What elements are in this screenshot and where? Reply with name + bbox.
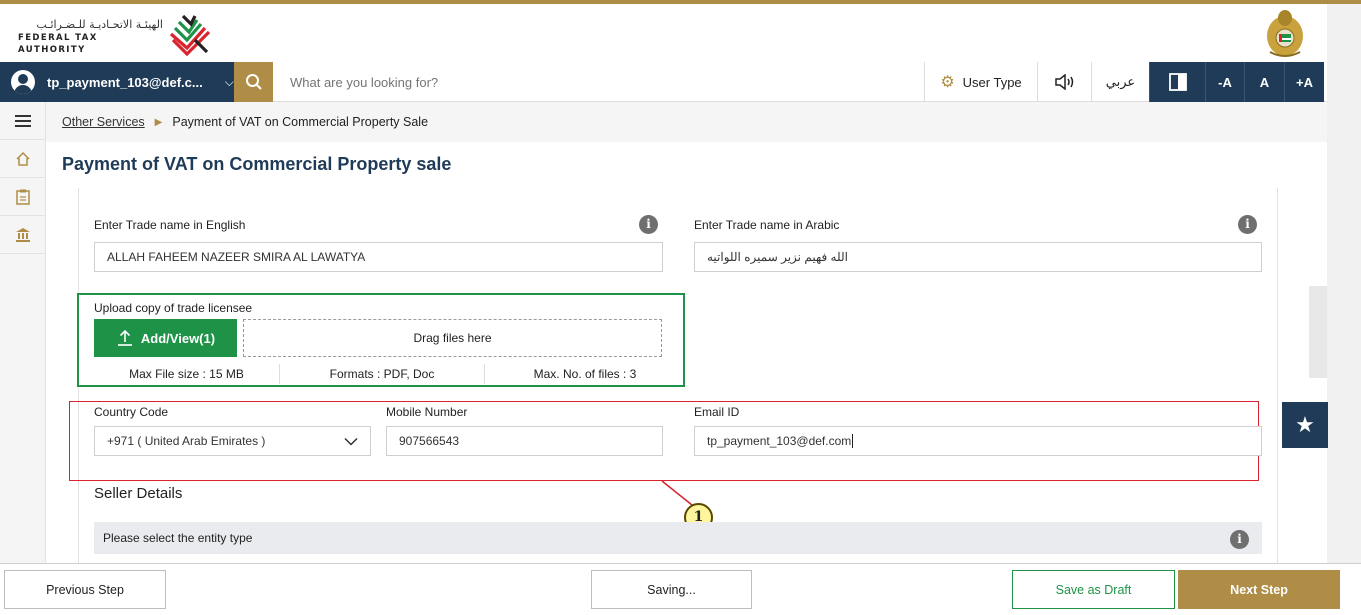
inner-scrollbar-thumb[interactable]	[1309, 286, 1327, 378]
home-icon	[16, 151, 30, 166]
breadcrumb-link-other-services[interactable]: Other Services	[62, 115, 145, 129]
upload-label: Upload copy of trade licensee	[94, 301, 253, 315]
font-increase-button[interactable]: +A	[1284, 62, 1324, 102]
footer-action-bar: Previous Step Saving... Save as Draft Ne…	[0, 563, 1361, 615]
site-header: الهيئـة الاتحـاديـة للـضـرائـب FEDERAL T…	[0, 4, 1361, 62]
sidebar-item-bank[interactable]	[0, 216, 46, 254]
logo-arabic: الهيئـة الاتحـاديـة للـضـرائـب	[36, 18, 163, 31]
trade-name-ar-label: Enter Trade name in Arabic	[694, 218, 840, 232]
upload-icon	[117, 329, 132, 346]
country-code-label: Country Code	[94, 405, 169, 419]
fta-logo-text[interactable]: الهيئـة الاتحـاديـة للـضـرائـب FEDERAL T…	[18, 18, 163, 56]
gear-icon: ⚙	[940, 74, 955, 91]
trade-name-en-field[interactable]: ALLAH FAHEEM NAZEER SMIRA AL LAWATYA	[94, 242, 663, 272]
text-to-speech-button[interactable]	[1037, 62, 1091, 102]
user-email: tp_payment_103@def.c...	[47, 74, 203, 90]
email-label: Email ID	[694, 405, 740, 419]
email-field[interactable]: tp_payment_103@def.com	[694, 426, 1262, 456]
page-title: Payment of VAT on Commercial Property sa…	[62, 154, 452, 174]
save-as-draft-button[interactable]: Save as Draft	[1012, 570, 1175, 609]
entity-type-prompt: Please select the entity type	[103, 531, 253, 545]
uae-emblem-icon	[1267, 10, 1303, 57]
sidebar-item-home[interactable]	[0, 140, 46, 178]
hamburger-menu-icon	[15, 114, 31, 127]
sidebar-item-tasks[interactable]	[0, 178, 46, 216]
fta-logo-mark-icon[interactable]	[165, 10, 215, 58]
country-code-select[interactable]: +971 ( United Arab Emirates )	[94, 426, 371, 456]
email-value: tp_payment_103@def.com	[707, 434, 852, 448]
country-code-value: +971 ( United Arab Emirates )	[107, 434, 266, 448]
mobile-number-label: Mobile Number	[386, 405, 468, 419]
contrast-toggle[interactable]	[1149, 62, 1205, 102]
star-icon: ★	[1295, 412, 1315, 438]
trade-name-en-label: Enter Trade name in English	[94, 218, 246, 232]
previous-step-button[interactable]: Previous Step	[4, 570, 166, 609]
page-scrollbar[interactable]	[1327, 4, 1361, 615]
left-sidebar	[0, 102, 46, 564]
top-navbar: tp_payment_103@def.c... ⌵ ⚙ User Type عر…	[0, 62, 1327, 102]
max-file-count: Max. No. of files : 3	[533, 367, 637, 381]
add-view-button[interactable]: Add/View(1)	[94, 319, 237, 357]
search-button[interactable]	[234, 62, 273, 102]
font-normal-button[interactable]: A	[1244, 62, 1284, 102]
add-view-label: Add/View(1)	[140, 330, 216, 346]
contrast-icon	[1168, 73, 1187, 91]
favorites-star-button[interactable]: ★	[1282, 402, 1328, 448]
seller-details-heading: Seller Details	[94, 485, 183, 502]
user-avatar-icon	[11, 70, 35, 94]
next-step-button[interactable]: Next Step	[1178, 570, 1340, 609]
info-icon[interactable]: i	[1230, 530, 1249, 549]
text-cursor	[852, 434, 854, 448]
chevron-down-icon	[344, 437, 358, 446]
user-menu[interactable]: tp_payment_103@def.c... ⌵	[0, 62, 234, 102]
chevron-down-icon: ⌵	[224, 74, 234, 89]
file-formats: Formats : PDF, Doc	[329, 367, 435, 381]
logo-english: FEDERAL TAX AUTHORITY	[18, 33, 98, 55]
sidebar-menu-toggle[interactable]	[0, 102, 46, 140]
search-input[interactable]	[280, 62, 920, 102]
font-decrease-button[interactable]: -A	[1205, 62, 1244, 102]
entity-type-bar[interactable]: Please select the entity type	[94, 522, 1262, 554]
user-type-button[interactable]: ⚙ User Type	[924, 62, 1037, 102]
saving-button[interactable]: Saving...	[591, 570, 752, 609]
speaker-icon	[1054, 74, 1073, 90]
breadcrumb-current: Payment of VAT on Commercial Property Sa…	[172, 115, 429, 129]
max-file-size: Max File size : 15 MB	[129, 367, 244, 381]
info-icon[interactable]: i	[1238, 215, 1257, 234]
clipboard-icon	[16, 189, 30, 205]
language-toggle[interactable]: عربي	[1091, 62, 1149, 102]
info-icon[interactable]: i	[639, 215, 658, 234]
search-icon	[245, 74, 262, 90]
file-drop-zone[interactable]: Drag files here	[243, 319, 662, 357]
bank-icon	[16, 227, 30, 242]
user-type-label: User Type	[962, 74, 1022, 90]
trade-name-ar-field[interactable]: الله فهيم نزير سميره اللواتيه	[694, 242, 1262, 272]
mobile-number-field[interactable]: 907566543	[386, 426, 663, 456]
breadcrumb: Other Services ▶ Payment of VAT on Comme…	[46, 102, 1327, 142]
breadcrumb-arrow-icon: ▶	[154, 116, 163, 128]
